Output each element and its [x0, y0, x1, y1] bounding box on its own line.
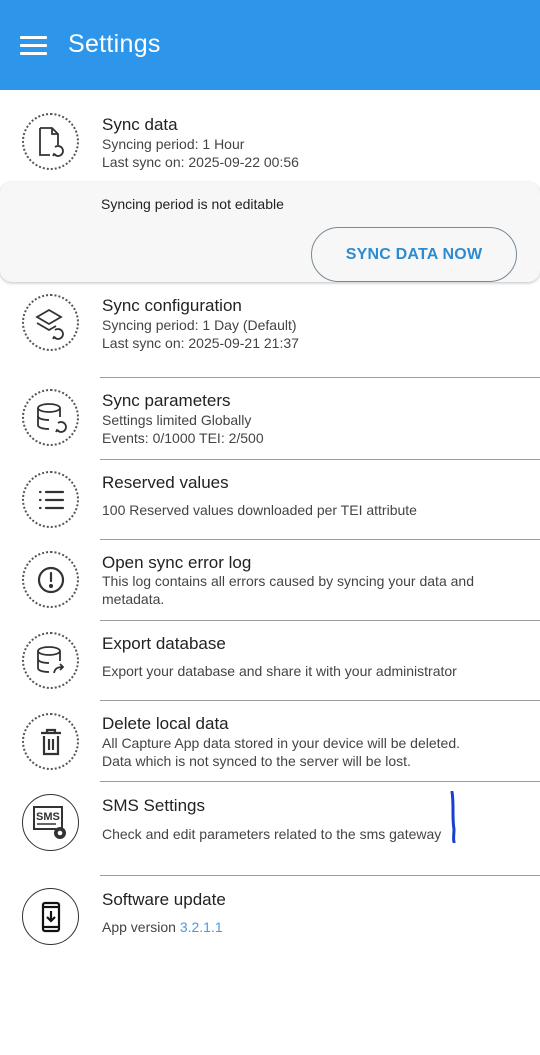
sync-error-log-title: Open sync error log — [102, 553, 252, 572]
sms-settings-icon: SMS — [22, 794, 79, 851]
delete-local-data-description-2: Data which is not synced to the server w… — [102, 753, 411, 769]
sync-configuration-last-sync: Last sync on: 2025-09-21 21:37 — [102, 335, 299, 351]
sync-data-item[interactable]: Sync data Syncing period: 1 Hour Last sy… — [0, 90, 540, 182]
page-title: Settings — [68, 30, 161, 58]
phone-download-icon — [22, 888, 79, 945]
sync-data-now-button[interactable]: SYNC DATA NOW — [311, 227, 517, 282]
sync-parameters-item[interactable]: Sync parameters Settings limited Globall… — [0, 378, 540, 460]
error-icon — [22, 551, 79, 608]
sync-parameters-scope: Settings limited Globally — [102, 412, 252, 428]
sync-error-log-description-1: This log contains all errors caused by s… — [102, 573, 474, 589]
sms-settings-description: Check and edit parameters related to the… — [102, 826, 442, 842]
app-version: App version 3.2.1.1 — [102, 918, 223, 936]
software-update-item[interactable]: Software update App version 3.2.1.1 — [0, 876, 540, 956]
sync-data-title: Sync data — [102, 115, 178, 134]
reserved-values-title: Reserved values — [102, 473, 229, 492]
sync-parameters-title: Sync parameters — [102, 391, 231, 410]
svg-text:SMS: SMS — [36, 811, 60, 823]
sync-data-period: Syncing period: 1 Hour — [102, 136, 245, 152]
sms-settings-item[interactable]: SMS SMS Settings Check and edit paramete… — [0, 782, 540, 876]
sync-configuration-title: Sync configuration — [102, 296, 242, 315]
export-database-item[interactable]: Export database Export your database and… — [0, 621, 540, 701]
hamburger-menu-icon[interactable] — [20, 36, 47, 56]
export-database-title: Export database — [102, 634, 226, 653]
sms-settings-title: SMS Settings — [102, 796, 205, 815]
pen-stroke-annotation — [450, 791, 456, 843]
sync-configuration-period: Syncing period: 1 Day (Default) — [102, 317, 297, 333]
app-version-label: App version — [102, 919, 176, 935]
sync-period-note: Syncing period is not editable — [101, 196, 284, 212]
reserved-values-description: 100 Reserved values downloaded per TEI a… — [102, 502, 417, 518]
list-icon — [22, 471, 79, 528]
delete-local-data-title: Delete local data — [102, 714, 229, 733]
reserved-values-item[interactable]: Reserved values 100 Reserved values down… — [0, 460, 540, 540]
database-export-icon — [22, 632, 79, 689]
sync-parameters-limits: Events: 0/1000 TEI: 2/500 — [102, 430, 264, 446]
delete-local-data-description-1: All Capture App data stored in your devi… — [102, 735, 460, 751]
app-version-number[interactable]: 3.2.1.1 — [180, 919, 223, 935]
delete-local-data-item[interactable]: Delete local data All Capture App data s… — [0, 701, 540, 782]
sync-configuration-item[interactable]: Sync configuration Syncing period: 1 Day… — [0, 282, 540, 378]
sync-error-log-item[interactable]: Open sync error log This log contains al… — [0, 540, 540, 621]
export-database-description: Export your database and share it with y… — [102, 663, 457, 679]
sync-data-panel: Syncing period is not editable SYNC DATA… — [0, 182, 540, 282]
sync-file-icon — [22, 113, 79, 170]
sync-data-last-sync: Last sync on: 2025-09-22 00:56 — [102, 154, 299, 170]
database-sync-icon — [22, 389, 79, 446]
software-update-title: Software update — [102, 890, 226, 909]
sync-error-log-description-2: metadata. — [102, 591, 165, 607]
app-bar: Settings — [0, 0, 540, 90]
trash-icon — [22, 713, 79, 770]
sync-layers-icon — [22, 294, 79, 351]
